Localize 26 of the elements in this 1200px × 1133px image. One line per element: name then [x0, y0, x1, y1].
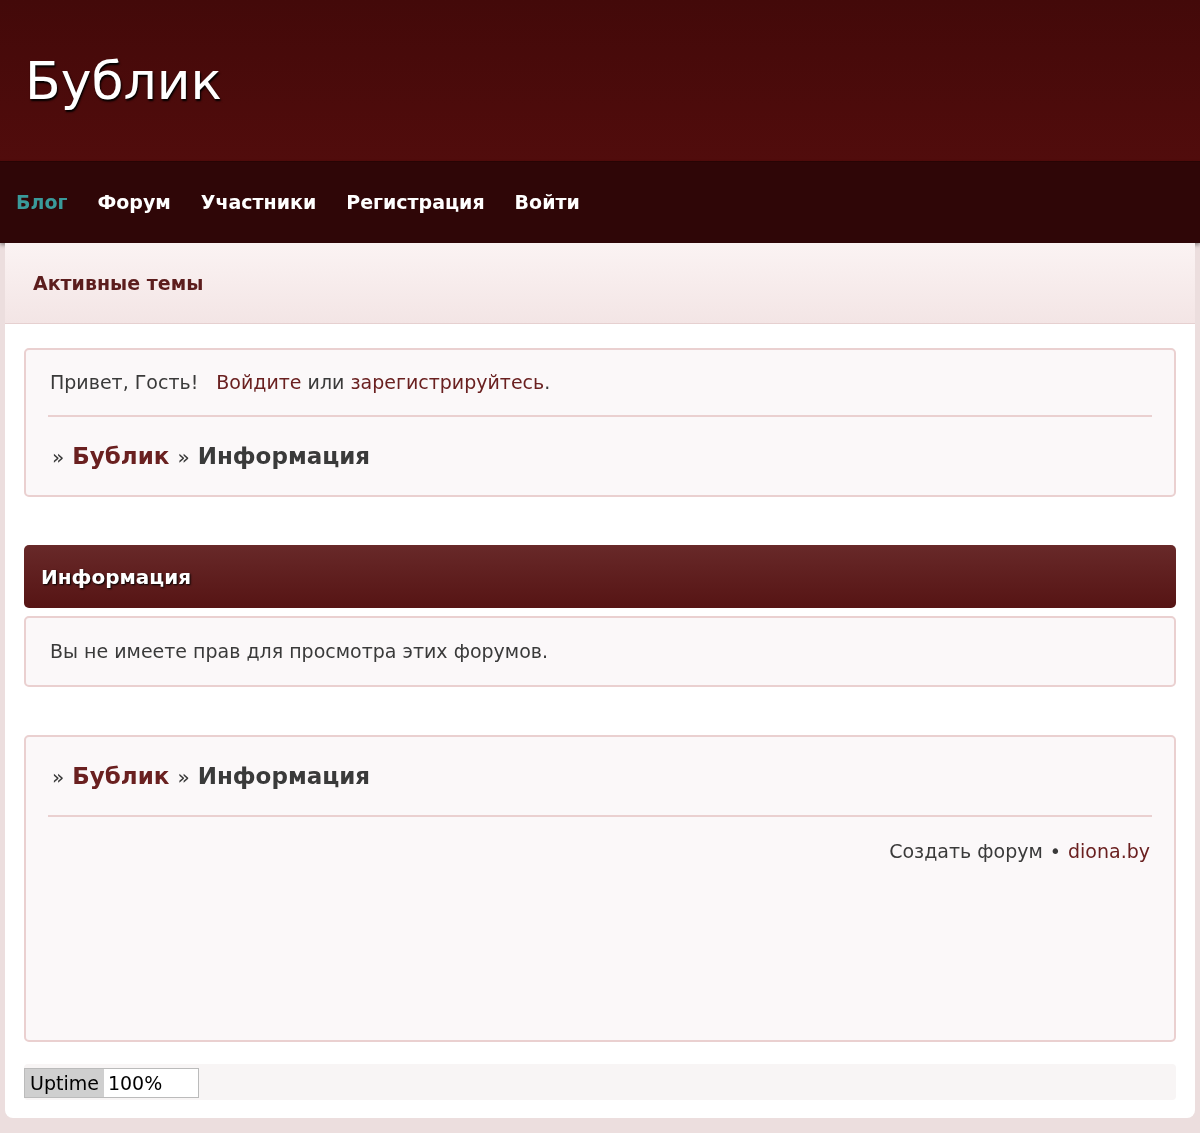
breadcrumb-separator: » — [52, 763, 65, 791]
breadcrumb-separator: » — [177, 763, 190, 791]
login-prompt: Войдите или зарегистрируйтесь. — [216, 370, 551, 395]
footer-text: Создать форум — [889, 839, 1043, 864]
site-title: Бублик — [25, 49, 222, 113]
breadcrumb-link[interactable]: Бублик — [72, 758, 170, 793]
breadcrumb-link[interactable]: Бублик — [72, 438, 170, 473]
nav-link[interactable]: Форум — [97, 188, 171, 217]
breadcrumb-current: Информация — [197, 441, 371, 471]
greeting-text: Привет, Гость! — [50, 370, 199, 395]
footer-text: • — [1049, 839, 1061, 864]
nav-link[interactable]: Войти — [514, 188, 580, 217]
nav-link[interactable]: Регистрация — [346, 188, 485, 217]
uptime-value: 100% — [106, 1070, 163, 1096]
uptime-label: Uptime — [25, 1068, 104, 1097]
footer-link[interactable]: diona.by — [1068, 837, 1150, 866]
section-title: Активные темы — [33, 270, 204, 296]
nav-link[interactable]: Участники — [200, 188, 317, 217]
text-link[interactable]: Войдите — [216, 371, 302, 393]
breadcrumb-separator: » — [177, 443, 190, 471]
info-title: Информация — [41, 563, 191, 591]
breadcrumb-current: Информация — [197, 761, 371, 791]
nav-link[interactable]: Блог — [16, 188, 68, 217]
info-message: Вы не имеете прав для просмотра этих форумов. — [49, 639, 550, 664]
breadcrumb-separator: » — [52, 443, 65, 471]
text-link[interactable]: зарегистрируйтесь — [350, 371, 545, 393]
